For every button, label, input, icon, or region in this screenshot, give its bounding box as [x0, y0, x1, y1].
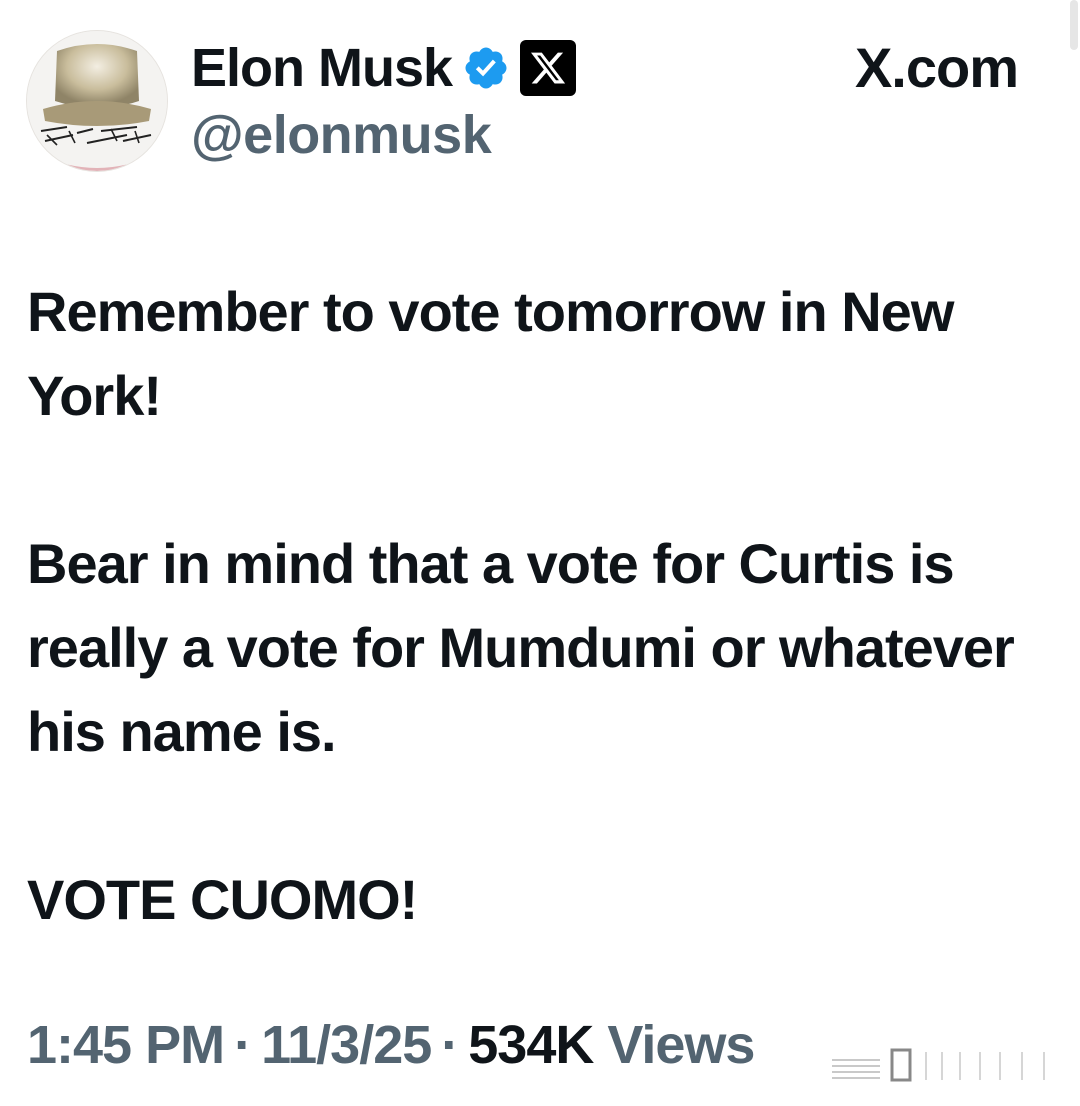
display-name[interactable]: Elon Musk — [191, 41, 453, 95]
name-row: Elon Musk — [191, 36, 577, 100]
tweet-paragraph: VOTE CUOMO! — [27, 868, 418, 931]
site-label: X.com — [854, 36, 1019, 99]
meta-separator: · — [441, 1015, 459, 1075]
user-handle[interactable]: @elonmusk — [191, 108, 492, 162]
avatar[interactable] — [26, 30, 168, 172]
tweet-card: Elon Musk @elonmusk X.com Remember to vo… — [0, 0, 1080, 1106]
tweet-date[interactable]: 11/3/25 — [261, 1018, 432, 1072]
views-label: Views — [607, 1015, 755, 1075]
tweet-time[interactable]: 1:45 PM — [27, 1018, 225, 1072]
watermark-graphic — [832, 1048, 1045, 1082]
avatar-image — [27, 31, 167, 171]
tweet-paragraph: Remember to vote tomorrow in New York! — [27, 280, 954, 427]
tweet-text: Remember to vote tomorrow in New York! B… — [27, 270, 1057, 942]
meta-separator: · — [234, 1015, 252, 1075]
views-count: 534K — [468, 1015, 594, 1075]
verified-badge-icon — [462, 44, 510, 92]
scrollbar[interactable] — [1070, 0, 1078, 50]
x-logo-icon — [520, 40, 577, 96]
tweet-meta: 1:45 PM · 11/3/25 · 534K Views — [27, 1015, 755, 1075]
tweet-paragraph: Bear in mind that a vote for Curtis is r… — [27, 532, 1015, 763]
